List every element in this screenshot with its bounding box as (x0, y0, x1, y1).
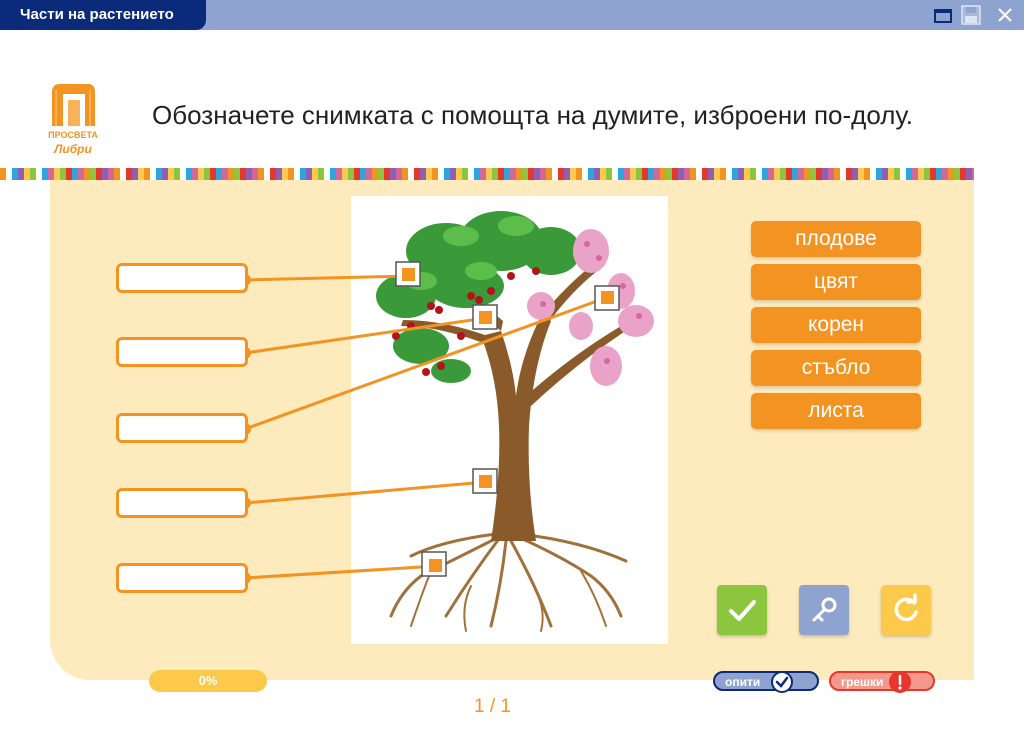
tree-image (351, 196, 668, 644)
errors-toggle[interactable]: грешки (829, 671, 935, 693)
instruction-text: Обозначете снимката с помощта на думите,… (152, 100, 913, 130)
word-root[interactable]: корен (751, 307, 921, 343)
answer-box-4[interactable] (116, 488, 248, 518)
alert-icon (889, 671, 911, 693)
attempts-label: опити (725, 675, 761, 689)
save-icon[interactable] (960, 4, 982, 26)
progress-label: 0% (198, 673, 218, 688)
window-title: Части на растението (0, 0, 206, 30)
show-answer-button[interactable] (799, 585, 849, 635)
answer-box-2[interactable] (116, 337, 248, 367)
progress-pill: 0% (149, 670, 267, 692)
answer-box-5[interactable] (116, 563, 248, 593)
check-icon (729, 600, 756, 621)
errors-label: грешки (841, 675, 884, 689)
close-icon[interactable] (994, 4, 1016, 26)
page-indicator: 1 / 1 (474, 696, 511, 717)
title-bar: Части на растението (0, 0, 1024, 30)
reset-button[interactable] (881, 585, 931, 635)
word-flower[interactable]: цвят (751, 264, 921, 300)
check-knob-icon (771, 671, 793, 693)
refresh-icon (894, 593, 918, 622)
key-icon (812, 597, 837, 622)
logo-text-bottom: Либри (54, 142, 92, 156)
decorative-stripe (0, 168, 974, 180)
answer-box-3[interactable] (116, 413, 248, 443)
word-stem[interactable]: стъбло (751, 350, 921, 386)
word-leaves[interactable]: листа (751, 393, 921, 429)
prosveta-logo: ПРОСВЕТА Либри (48, 82, 98, 160)
word-fruits[interactable]: плодове (751, 221, 921, 257)
answer-box-1[interactable] (116, 263, 248, 293)
check-button[interactable] (717, 585, 767, 635)
logo-text-top: ПРОСВЕТА (48, 130, 98, 140)
maximize-icon[interactable] (932, 4, 954, 26)
attempts-toggle[interactable]: опити (713, 671, 819, 693)
